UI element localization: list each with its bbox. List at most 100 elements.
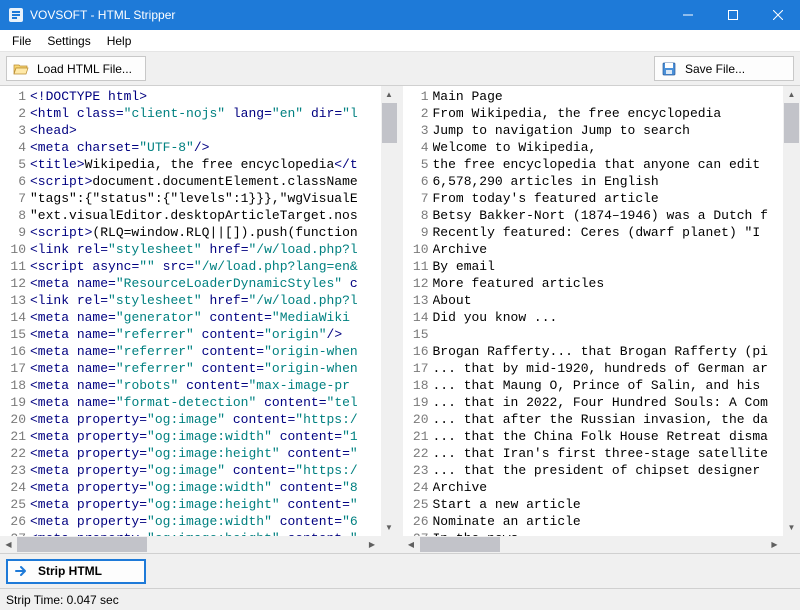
line-number: 22 — [0, 445, 30, 462]
text-line: 21... that the China Folk House Retreat … — [403, 428, 800, 445]
text-line: 14Did you know ... — [403, 309, 800, 326]
text-line: 8Betsy Bakker-Nort (1874–1946) was a Dut… — [403, 207, 800, 224]
text-line: 66,578,290 articles in English — [403, 173, 800, 190]
line-number: 20 — [403, 411, 433, 428]
line-content: Archive — [433, 479, 800, 496]
code-line: 7"tags":{"status":{"levels":1}}},"wgVisu… — [0, 190, 398, 207]
output-vertical-scrollbar[interactable]: ▲ ▼ — [783, 86, 800, 536]
titlebar[interactable]: VOVSOFT - HTML Stripper — [0, 0, 800, 30]
code-line: 8"ext.visualEditor.desktopArticleTarget.… — [0, 207, 398, 224]
line-content: <script async="" src="/w/load.php?lang=e… — [30, 258, 398, 275]
line-number: 2 — [403, 105, 433, 122]
line-content: <script>(RLQ=window.RLQ||[]).push(functi… — [30, 224, 398, 241]
line-content: From today's featured article — [433, 190, 800, 207]
output-horizontal-scrollbar[interactable]: ◀ ▶ — [403, 536, 784, 553]
line-content: 6,578,290 articles in English — [433, 173, 800, 190]
menu-file[interactable]: File — [4, 32, 39, 50]
scroll-thumb[interactable] — [17, 537, 147, 552]
scroll-up-icon[interactable]: ▲ — [381, 86, 398, 103]
line-number: 19 — [0, 394, 30, 411]
menu-settings[interactable]: Settings — [39, 32, 98, 50]
line-number: 25 — [0, 496, 30, 513]
line-content: Jump to navigation Jump to search — [433, 122, 800, 139]
line-number: 1 — [0, 88, 30, 105]
line-content: <link rel="stylesheet" href="/w/load.php… — [30, 292, 398, 309]
code-line: 9<script>(RLQ=window.RLQ||[]).push(funct… — [0, 224, 398, 241]
line-content: ... that by mid-1920, hundreds of German… — [433, 360, 800, 377]
line-number: 16 — [403, 343, 433, 360]
line-number: 23 — [403, 462, 433, 479]
load-html-button[interactable]: Load HTML File... — [6, 56, 146, 81]
text-line: 25Start a new article — [403, 496, 800, 513]
line-content: ... that the China Folk House Retreat di… — [433, 428, 800, 445]
line-content: <!DOCTYPE html> — [30, 88, 398, 105]
line-content — [433, 326, 800, 343]
line-number: 19 — [403, 394, 433, 411]
line-content: Main Page — [433, 88, 800, 105]
line-number: 17 — [403, 360, 433, 377]
editor-panes: 1<!DOCTYPE html> 2 <html class="client-noj… — [0, 86, 800, 554]
code-line: 22<meta property="og:image:height" conte… — [0, 445, 398, 462]
save-icon — [661, 61, 677, 77]
line-content: <meta property="og:image:height" content… — [30, 445, 398, 462]
scroll-up-icon[interactable]: ▲ — [783, 86, 800, 103]
line-number: 24 — [403, 479, 433, 496]
strip-html-button[interactable]: Strip HTML — [6, 559, 146, 584]
line-number: 8 — [0, 207, 30, 224]
text-line: 26Nominate an article — [403, 513, 800, 530]
code-line: 25<meta property="og:image:height" conte… — [0, 496, 398, 513]
scroll-thumb[interactable] — [420, 537, 500, 552]
text-line: 7From today's featured article — [403, 190, 800, 207]
text-line: 4Welcome to Wikipedia, — [403, 139, 800, 156]
line-number: 3 — [0, 122, 30, 139]
statusbar: Strip Time: 0.047 sec — [0, 588, 800, 610]
strip-html-label: Strip HTML — [38, 564, 102, 578]
line-number: 9 — [403, 224, 433, 241]
code-line: 24<meta property="og:image:width" conten… — [0, 479, 398, 496]
line-number: 8 — [403, 207, 433, 224]
maximize-button[interactable] — [710, 0, 755, 30]
text-line: 20... that after the Russian invasion, t… — [403, 411, 800, 428]
text-line: 1Main Page — [403, 88, 800, 105]
scroll-right-icon[interactable]: ▶ — [364, 536, 381, 553]
line-content: <meta name="generator" content="MediaWik… — [30, 309, 398, 326]
code-line: 11<script async="" src="/w/load.php?lang… — [0, 258, 398, 275]
line-number: 21 — [0, 428, 30, 445]
minimize-button[interactable] — [665, 0, 710, 30]
code-line: 4<meta charset="UTF-8"/> — [0, 139, 398, 156]
line-content: Betsy Bakker-Nort (1874–1946) was a Dutc… — [433, 207, 800, 224]
source-code-view[interactable]: 1<!DOCTYPE html>2<html class="client-noj… — [0, 86, 398, 547]
line-content: Nominate an article — [433, 513, 800, 530]
text-line: 11By email — [403, 258, 800, 275]
line-number: 17 — [0, 360, 30, 377]
line-content: <meta property="og:image" content="https… — [30, 411, 398, 428]
line-number: 11 — [403, 258, 433, 275]
line-number: 12 — [0, 275, 30, 292]
line-number: 5 — [403, 156, 433, 173]
scroll-right-icon[interactable]: ▶ — [766, 536, 783, 553]
source-vertical-scrollbar[interactable]: ▲ ▼ — [381, 86, 398, 536]
line-number: 12 — [403, 275, 433, 292]
toolbar: Load HTML File... Save File... — [0, 52, 800, 86]
text-line: 13About — [403, 292, 800, 309]
scroll-left-icon[interactable]: ◀ — [0, 536, 17, 553]
close-button[interactable] — [755, 0, 800, 30]
line-number: 13 — [0, 292, 30, 309]
text-line: 24Archive — [403, 479, 800, 496]
line-content: <meta charset="UTF-8"/> — [30, 139, 398, 156]
text-line: 16Brogan Rafferty... that Brogan Raffert… — [403, 343, 800, 360]
code-line: 16<meta name="referrer" content="origin-… — [0, 343, 398, 360]
save-file-button[interactable]: Save File... — [654, 56, 794, 81]
code-line: 15<meta name="referrer" content="origin"… — [0, 326, 398, 343]
scroll-thumb[interactable] — [784, 103, 799, 143]
scroll-thumb[interactable] — [382, 103, 397, 143]
text-line: 9Recently featured: Ceres (dwarf planet)… — [403, 224, 800, 241]
line-content: <html class="client-nojs" lang="en" dir=… — [30, 105, 398, 122]
code-line: 20<meta property="og:image" content="htt… — [0, 411, 398, 428]
menu-help[interactable]: Help — [99, 32, 140, 50]
source-horizontal-scrollbar[interactable]: ◀ ▶ — [0, 536, 381, 553]
output-text-view[interactable]: 1Main Page2From Wikipedia, the free ency… — [403, 86, 800, 547]
scroll-down-icon[interactable]: ▼ — [783, 519, 800, 536]
scroll-left-icon[interactable]: ◀ — [403, 536, 420, 553]
scroll-down-icon[interactable]: ▼ — [381, 519, 398, 536]
